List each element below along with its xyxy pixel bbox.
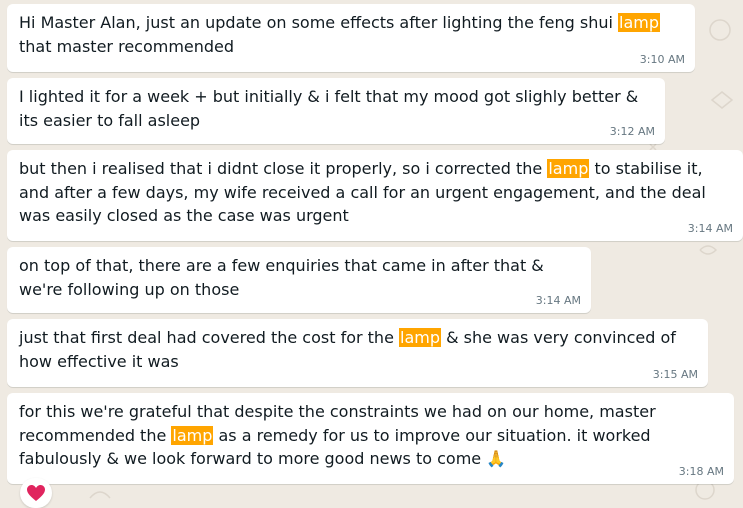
message-timestamp: 3:14 AM [687,222,733,235]
message-text: just that first deal had covered the cos… [19,328,676,371]
message-bubble[interactable]: Hi Master Alan, just an update on some e… [7,4,695,72]
search-highlight: lamp [547,159,590,178]
message-bubble[interactable]: on top of that, there are a few enquirie… [7,247,591,313]
message-text: for this we're grateful that despite the… [19,402,656,468]
message-timestamp: 3:15 AM [652,368,698,381]
message-reaction[interactable] [20,478,52,508]
search-highlight: lamp [171,425,214,445]
message-bubble[interactable]: I lighted it for a week + but initially … [7,78,665,144]
red-heart-icon [27,485,45,501]
message-bubble[interactable]: just that first deal had covered the cos… [7,319,708,387]
message-timestamp: 3:12 AM [609,125,655,138]
message-text: on top of that, there are a few enquirie… [19,256,544,299]
message-text: Hi Master Alan, just an update on some e… [19,13,661,56]
search-highlight: lamp [399,328,441,347]
message-bubble[interactable]: but then i realised that i didnt close i… [7,150,743,241]
message-text: but then i realised that i didnt close i… [19,159,706,225]
message-timestamp: 3:10 AM [639,53,685,66]
message-timestamp: 3:18 AM [678,465,724,478]
search-highlight: lamp [618,13,661,32]
message-timestamp: 3:14 AM [535,294,581,307]
message-bubble[interactable]: for this we're grateful that despite the… [7,393,734,484]
message-text: I lighted it for a week + but initially … [19,87,639,130]
